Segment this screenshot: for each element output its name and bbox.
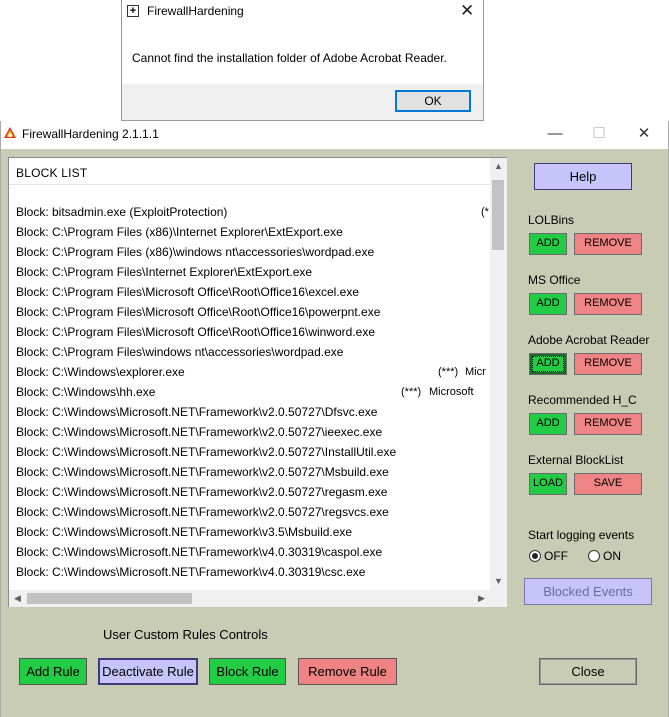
dialog-titlebar[interactable]: + FirewallHardening ✕ bbox=[122, 0, 483, 24]
list-item[interactable]: Block: C:\Windows\Microsoft.NET\Framewor… bbox=[16, 402, 377, 422]
block-list-rows[interactable]: Block: bitsadmin.exe (ExploitProtection)… bbox=[9, 205, 490, 587]
dialog-title: FirewallHardening bbox=[147, 4, 244, 18]
scrollbar-corner bbox=[490, 590, 507, 607]
dialog-message: Cannot find the installation folder of A… bbox=[132, 51, 447, 65]
external-blocklist-label: External BlockList bbox=[528, 453, 624, 467]
list-item[interactable]: Block: C:\Program Files (x86)\windows nt… bbox=[16, 242, 374, 262]
lolbins-add-button[interactable]: ADD bbox=[529, 233, 567, 255]
dialog-close-icon[interactable]: ✕ bbox=[460, 1, 474, 21]
horizontal-scroll-thumb[interactable] bbox=[27, 593, 192, 604]
scroll-left-icon[interactable]: ◀ bbox=[9, 590, 26, 607]
msoffice-remove-button[interactable]: REMOVE bbox=[574, 293, 642, 315]
scroll-down-icon[interactable]: ▼ bbox=[490, 573, 507, 590]
list-item[interactable]: Block: C:\Windows\Microsoft.NET\Framewor… bbox=[16, 482, 387, 502]
dialog-body: Cannot find the installation folder of A… bbox=[122, 24, 483, 84]
error-dialog: + FirewallHardening ✕ Cannot find the in… bbox=[121, 0, 484, 121]
main-window-title: FirewallHardening 2.1.1.1 bbox=[22, 127, 159, 141]
row-suffix-text: Microsoft bbox=[429, 386, 474, 398]
list-item[interactable]: Block: C:\Program Files\Microsoft Office… bbox=[16, 282, 359, 302]
row-suffix-text: Micr bbox=[465, 366, 486, 378]
list-item[interactable]: Block: bitsadmin.exe (ExploitProtection) bbox=[16, 205, 227, 222]
block-list-title: BLOCK LIST bbox=[16, 166, 88, 180]
list-item[interactable]: Block: C:\Windows\Microsoft.NET\Framewor… bbox=[16, 522, 352, 542]
block-rule-button[interactable]: Block Rule bbox=[209, 658, 286, 685]
list-item[interactable]: Block: C:\Windows\explorer.exe bbox=[16, 362, 185, 382]
adobe-remove-button[interactable]: REMOVE bbox=[574, 353, 642, 375]
msoffice-label: MS Office bbox=[528, 273, 581, 287]
maximize-icon[interactable]: ☐ bbox=[579, 124, 619, 146]
close-button[interactable]: Close bbox=[539, 658, 637, 685]
adobe-reader-label: Adobe Acrobat Reader bbox=[528, 333, 650, 347]
logging-off-radio[interactable] bbox=[529, 550, 541, 562]
list-item[interactable]: Block: C:\Program Files\Microsoft Office… bbox=[16, 302, 380, 322]
list-item[interactable]: Block: C:\Windows\Microsoft.NET\Framewor… bbox=[16, 502, 389, 522]
remove-rule-button[interactable]: Remove Rule bbox=[298, 658, 397, 685]
vertical-scrollbar[interactable]: ▲ ▼ bbox=[490, 158, 507, 590]
list-item[interactable]: Block: C:\Program Files\windows nt\acces… bbox=[16, 342, 343, 362]
recommended-label: Recommended H_C bbox=[528, 393, 637, 407]
ok-button[interactable]: OK bbox=[395, 90, 471, 112]
block-list-box[interactable]: BLOCK LIST Block: bitsadmin.exe (Exploit… bbox=[8, 157, 507, 607]
scroll-up-icon[interactable]: ▲ bbox=[490, 158, 507, 175]
lolbins-remove-button[interactable]: REMOVE bbox=[574, 233, 642, 255]
logging-label: Start logging events bbox=[528, 528, 635, 542]
close-icon[interactable]: ✕ bbox=[624, 124, 664, 146]
row-suffix: (* bbox=[481, 206, 489, 218]
external-load-button[interactable]: LOAD bbox=[529, 473, 567, 495]
list-item[interactable]: Block: C:\Windows\Microsoft.NET\Framewor… bbox=[16, 562, 365, 582]
main-titlebar[interactable]: FirewallHardening 2.1.1.1 — ☐ ✕ bbox=[1, 121, 668, 149]
list-item[interactable]: Block: C:\Windows\Microsoft.NET\Framewor… bbox=[16, 542, 382, 562]
list-item[interactable]: Block: C:\Windows\Microsoft.NET\Framewor… bbox=[16, 442, 396, 462]
list-item[interactable]: Block: C:\Windows\Microsoft.NET\Framewor… bbox=[16, 462, 389, 482]
list-item[interactable]: Block: C:\Program Files\Internet Explore… bbox=[16, 262, 312, 282]
row-suffix-marker: (***) bbox=[401, 386, 422, 398]
scroll-right-icon[interactable]: ▶ bbox=[473, 590, 490, 607]
blocked-events-button[interactable]: Blocked Events bbox=[524, 578, 652, 605]
adobe-add-button[interactable]: ADD bbox=[529, 353, 567, 375]
help-button[interactable]: Help bbox=[534, 163, 632, 190]
list-item[interactable]: Block: C:\Windows\hh.exe bbox=[16, 382, 155, 402]
vertical-scroll-thumb[interactable] bbox=[492, 180, 504, 250]
main-window: FirewallHardening 2.1.1.1 — ☐ ✕ BLOCK LI… bbox=[0, 121, 669, 717]
lolbins-label: LOLBins bbox=[528, 213, 575, 227]
logging-on-radio[interactable] bbox=[588, 550, 600, 562]
list-item[interactable]: Block: C:\Program Files\Microsoft Office… bbox=[16, 322, 375, 342]
block-list-header: BLOCK LIST bbox=[9, 158, 490, 185]
list-item[interactable]: Block: C:\Windows\Microsoft.NET\Framewor… bbox=[16, 422, 382, 442]
logging-on-label: ON bbox=[603, 549, 621, 563]
horizontal-scrollbar[interactable]: ◀ ▶ bbox=[9, 590, 490, 607]
recommended-remove-button[interactable]: REMOVE bbox=[574, 413, 642, 435]
external-save-button[interactable]: SAVE bbox=[574, 473, 642, 495]
recommended-add-button[interactable]: ADD bbox=[529, 413, 567, 435]
app-window-icon: + bbox=[127, 5, 139, 17]
minimize-icon[interactable]: — bbox=[535, 124, 575, 146]
logging-off-label: OFF bbox=[544, 549, 568, 563]
list-item[interactable]: Block: C:\Program Files (x86)\Internet E… bbox=[16, 222, 343, 242]
row-suffix-marker: (***) bbox=[438, 366, 459, 378]
deactivate-rule-button[interactable]: Deactivate Rule bbox=[98, 658, 198, 685]
msoffice-add-button[interactable]: ADD bbox=[529, 293, 567, 315]
add-rule-button[interactable]: Add Rule bbox=[19, 658, 87, 685]
firewall-app-icon bbox=[4, 127, 16, 138]
custom-rules-title: User Custom Rules Controls bbox=[103, 627, 268, 642]
